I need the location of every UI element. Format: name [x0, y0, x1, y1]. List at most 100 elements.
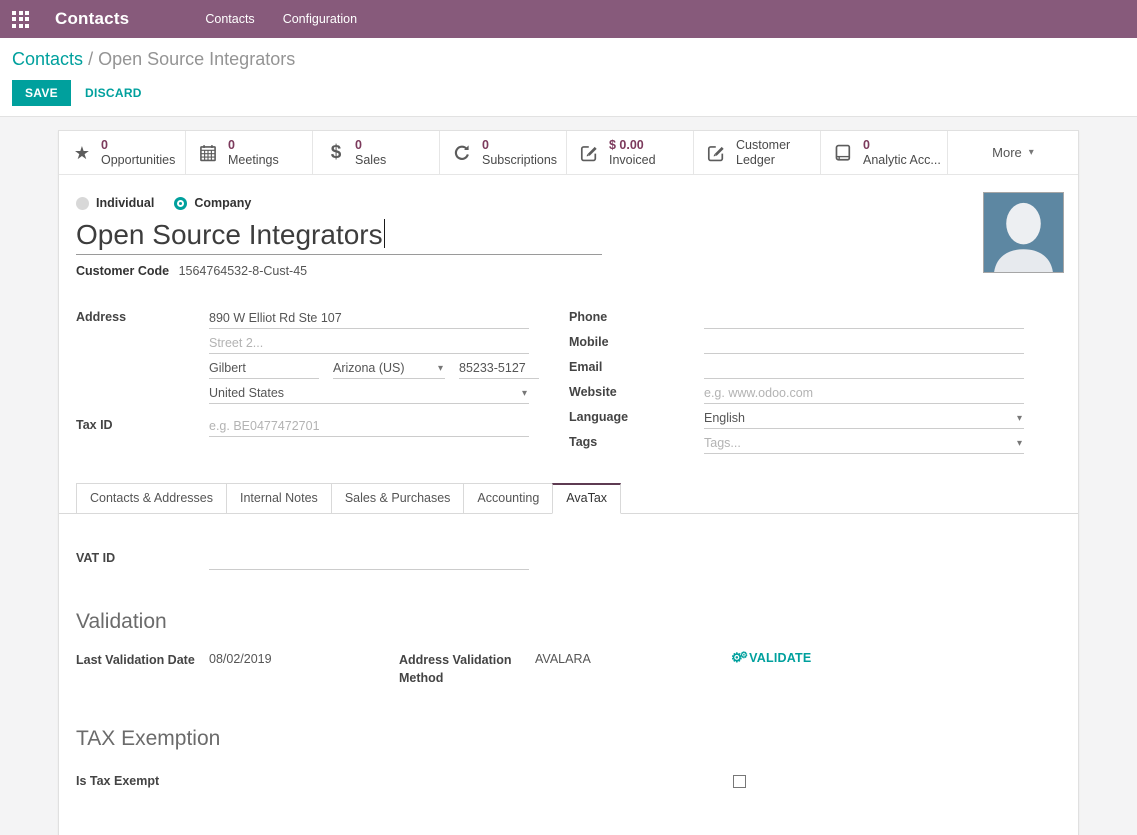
language-select[interactable]: ▾ [704, 408, 1024, 429]
website-label: Website [569, 385, 704, 404]
address-label: Address [76, 310, 209, 329]
mobile-input[interactable] [704, 333, 1024, 354]
street-input[interactable] [209, 308, 529, 329]
zip-input[interactable] [459, 358, 539, 379]
tags-select[interactable]: ▾ [704, 433, 1024, 454]
validate-button[interactable]: ⚙⚙ VALIDATE [731, 651, 811, 665]
dollar-icon: $ [326, 143, 346, 162]
customer-code-label: Customer Code [76, 264, 169, 278]
radio-individual[interactable]: Individual [76, 196, 154, 210]
tax-id-input[interactable] [209, 416, 529, 437]
stat-value: 0 [228, 138, 279, 152]
menu-item-contacts[interactable]: Contacts [195, 6, 264, 32]
tab-contacts-addresses[interactable]: Contacts & Addresses [76, 483, 227, 514]
stat-button-meetings[interactable]: 0 Meetings [186, 131, 313, 174]
tab-accounting[interactable]: Accounting [463, 483, 553, 514]
phone-label: Phone [569, 310, 704, 329]
stat-button-box: ★ 0 Opportunities 0 Meetings $ 0 Sales [59, 131, 1078, 175]
stat-label: Opportunities [101, 153, 175, 167]
mobile-label: Mobile [569, 335, 704, 354]
validate-button-label: VALIDATE [749, 651, 811, 665]
chevron-down-icon: ▾ [1029, 147, 1034, 158]
tax-id-label: Tax ID [76, 418, 209, 437]
person-silhouette-icon [984, 193, 1063, 272]
menu-item-configuration[interactable]: Configuration [273, 6, 367, 32]
tags-input[interactable] [704, 433, 1015, 453]
country-select[interactable]: ▾ [209, 383, 529, 404]
state-select[interactable]: ▾ [333, 358, 445, 379]
stat-button-subscriptions[interactable]: 0 Subscriptions [440, 131, 567, 174]
form-sheet: ★ 0 Opportunities 0 Meetings $ 0 Sales [58, 130, 1079, 835]
stat-value: 0 [355, 138, 386, 152]
country-input[interactable] [209, 383, 520, 403]
address-validation-method-value: AVALARA [535, 651, 671, 687]
chevron-down-icon[interactable]: ▾ [1015, 438, 1024, 453]
app-title: Contacts [55, 9, 129, 29]
validation-row: Last Validation Date 08/02/2019 Address … [76, 651, 1062, 687]
language-input[interactable] [704, 408, 1015, 428]
notebook-tabs: Contacts & Addresses Internal Notes Sale… [59, 483, 1078, 514]
breadcrumb: Contacts / Open Source Integrators [12, 49, 1121, 70]
company-name-value: Open Source Integrators [76, 219, 383, 250]
email-input[interactable] [704, 358, 1024, 379]
apps-grid-icon[interactable] [12, 11, 29, 28]
breadcrumb-parent-link[interactable]: Contacts [12, 49, 83, 69]
validation-heading: Validation [76, 610, 1062, 634]
tab-avatax[interactable]: AvaTax [552, 483, 621, 514]
stat-value: 0 [482, 138, 557, 152]
book-icon [834, 144, 854, 162]
tags-label: Tags [569, 435, 704, 454]
chevron-down-icon[interactable]: ▾ [1015, 413, 1024, 428]
stat-label-line1: Customer [736, 138, 790, 152]
stat-label: Meetings [228, 153, 279, 167]
stat-button-customer-ledger[interactable]: Customer Ledger [694, 131, 821, 174]
company-type-radio-group: Individual Company [76, 196, 1062, 210]
stat-button-analytic-accounts[interactable]: 0 Analytic Acc... [821, 131, 948, 174]
contact-form-grid: Address ▾ [76, 304, 1062, 454]
company-name-field[interactable]: Open Source Integrators [76, 219, 602, 255]
save-button[interactable]: SAVE [12, 80, 71, 106]
breadcrumb-separator: / [88, 49, 93, 69]
city-input[interactable] [209, 358, 319, 379]
navbar-menu: Contacts Configuration [195, 6, 367, 32]
tab-internal-notes[interactable]: Internal Notes [226, 483, 332, 514]
stat-button-opportunities[interactable]: ★ 0 Opportunities [59, 131, 186, 174]
stat-button-invoiced[interactable]: $ 0.00 Invoiced [567, 131, 694, 174]
is-tax-exempt-checkbox[interactable] [733, 775, 746, 788]
state-input[interactable] [333, 358, 436, 378]
more-dropdown-button[interactable]: More ▾ [948, 131, 1078, 174]
stat-button-sales[interactable]: $ 0 Sales [313, 131, 440, 174]
radio-circle-individual[interactable] [76, 197, 89, 210]
company-avatar[interactable] [983, 192, 1064, 273]
edit-icon [580, 144, 600, 162]
edit-icon [707, 144, 727, 162]
discard-button[interactable]: DISCARD [85, 86, 142, 100]
stat-value: $ 0.00 [609, 138, 656, 152]
email-label: Email [569, 360, 704, 379]
is-tax-exempt-row: Is Tax Exempt [76, 772, 1062, 790]
chevron-down-icon[interactable]: ▾ [436, 363, 445, 378]
vat-id-label: VAT ID [76, 551, 209, 570]
website-input[interactable] [704, 383, 1024, 404]
stat-label: Sales [355, 153, 386, 167]
top-navbar: Contacts Contacts Configuration [0, 0, 1137, 38]
customer-code-value: 1564764532-8-Cust-45 [179, 264, 308, 278]
gears-icon: ⚙⚙ [731, 651, 748, 664]
stat-label: Invoiced [609, 153, 656, 167]
vat-id-row: VAT ID [76, 549, 1062, 570]
phone-input[interactable] [704, 308, 1024, 329]
tax-exemption-heading: TAX Exemption [76, 727, 1062, 751]
radio-company[interactable]: Company [174, 196, 251, 210]
street2-input[interactable] [209, 333, 529, 354]
is-tax-exempt-label: Is Tax Exempt [76, 772, 733, 790]
vat-id-input[interactable] [209, 549, 529, 570]
last-validation-date-label: Last Validation Date [76, 651, 209, 669]
radio-circle-company[interactable] [174, 197, 187, 210]
stat-value: 0 [863, 138, 941, 152]
avatax-tab-panel: VAT ID Validation Last Validation Date 0… [59, 549, 1078, 835]
chevron-down-icon[interactable]: ▾ [520, 388, 529, 403]
stat-label: Analytic Acc... [863, 153, 941, 167]
stat-label: Subscriptions [482, 153, 557, 167]
tab-sales-purchases[interactable]: Sales & Purchases [331, 483, 465, 514]
radio-label-individual: Individual [96, 196, 154, 210]
